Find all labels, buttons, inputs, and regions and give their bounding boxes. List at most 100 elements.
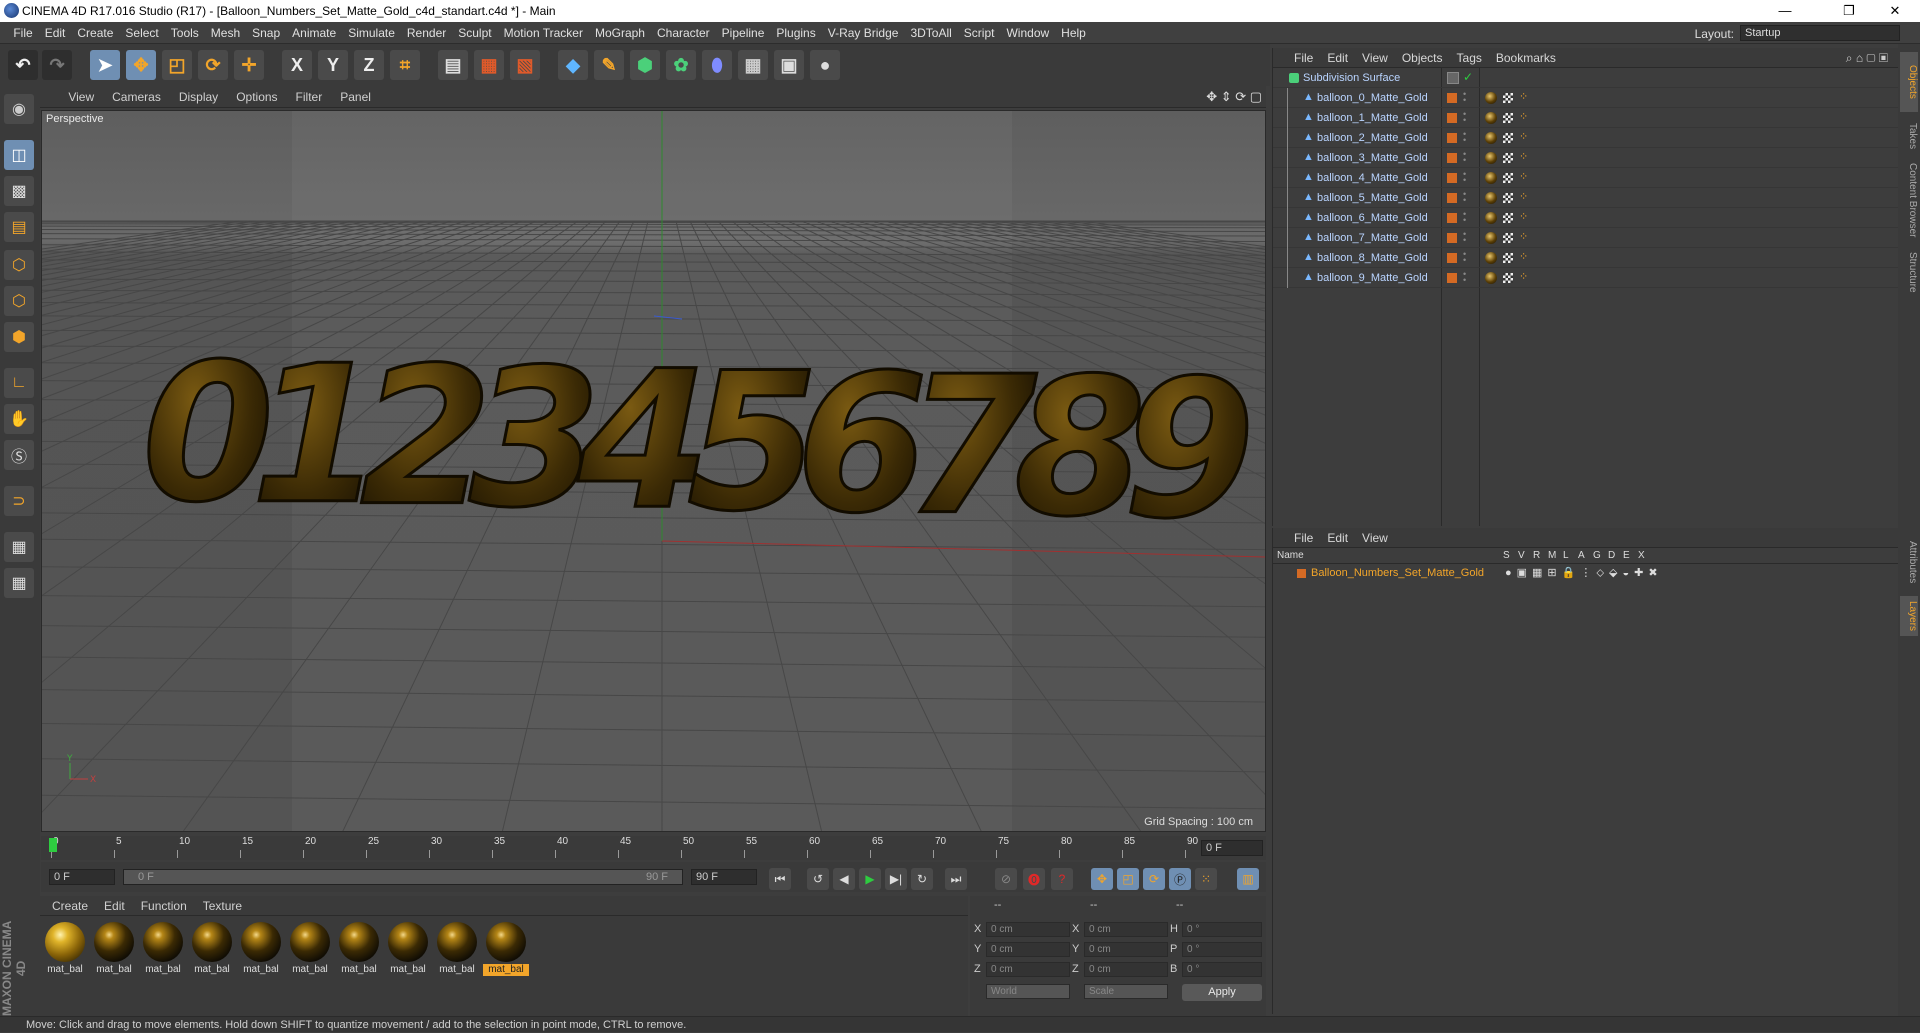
menu-motion-tracker[interactable]: Motion Tracker <box>498 22 589 44</box>
layer-flag-header[interactable]: X <box>1638 550 1645 561</box>
viewport-nav-icons[interactable]: ✥ ⇕ ⟳ ▢ <box>1206 89 1262 105</box>
spline-pen-icon[interactable]: ✎ <box>594 50 624 80</box>
key-position-icon[interactable]: ✥ <box>1091 868 1113 890</box>
coordinate-mode-dropdown[interactable]: World <box>986 984 1070 999</box>
material-tag-icon[interactable] <box>1485 152 1497 164</box>
close-button[interactable]: ✕ <box>1872 0 1918 22</box>
current-frame-field[interactable]: 0 F <box>1201 840 1263 856</box>
visibility-dots-icon[interactable]: •• <box>1463 171 1466 183</box>
menu-create[interactable]: Create <box>71 22 119 44</box>
layer-flag-header[interactable]: L <box>1563 550 1569 561</box>
menu-pipeline[interactable]: Pipeline <box>716 22 771 44</box>
move-tool-icon[interactable]: ✥ <box>126 50 156 80</box>
autokey-icon[interactable]: ? <box>1051 868 1073 890</box>
uvw-tag-icon[interactable] <box>1503 173 1513 183</box>
uvw-tag-icon[interactable] <box>1503 233 1513 243</box>
objects-menu-edit[interactable]: Edit <box>1320 48 1355 68</box>
menu-window[interactable]: Window <box>1000 22 1055 44</box>
polygons-mode-icon[interactable]: ⬢ <box>4 322 34 352</box>
previous-frame-icon[interactable]: ◀ <box>833 868 855 890</box>
key-rotation-icon[interactable]: ⟳ <box>1143 868 1165 890</box>
visibility-dots-icon[interactable]: •• <box>1463 131 1466 143</box>
balloon-digit-9[interactable]: 9 <box>1123 339 1255 560</box>
uvw-tag-icon[interactable] <box>1503 113 1513 123</box>
tab-layers[interactable]: Layers <box>1900 596 1918 636</box>
bank-field[interactable]: 0 ° <box>1182 962 1262 977</box>
layer-flag-header[interactable]: D <box>1608 550 1615 561</box>
material-menu-function[interactable]: Function <box>133 896 195 916</box>
phong-tag-icon[interactable]: ⁘ <box>1519 150 1528 163</box>
size-mode-dropdown[interactable]: Scale <box>1084 984 1168 999</box>
menu-character[interactable]: Character <box>651 22 716 44</box>
menu-vray-bridge[interactable]: V-Ray Bridge <box>822 22 905 44</box>
layer-toggle-icon[interactable] <box>1447 72 1459 84</box>
layer-flag-header[interactable]: E <box>1623 550 1630 561</box>
x-size-field[interactable]: 0 cm <box>1084 922 1168 937</box>
uvw-tag-icon[interactable] <box>1503 93 1513 103</box>
start-frame-field[interactable]: 0 F <box>49 869 115 885</box>
lock-workplane-icon[interactable]: ▦ <box>4 532 34 562</box>
visibility-dots-icon[interactable]: •• <box>1463 271 1466 283</box>
render-settings-icon[interactable]: ▧ <box>510 50 540 80</box>
playhead-marker[interactable] <box>49 838 57 852</box>
axis-mode-icon[interactable]: ∟ <box>4 368 34 398</box>
menu-edit[interactable]: Edit <box>39 22 72 44</box>
material-swatch[interactable]: mat_bal <box>189 920 235 980</box>
phong-tag-icon[interactable]: ⁘ <box>1519 250 1528 263</box>
layer-color-icon[interactable] <box>1447 253 1457 263</box>
workplane-icon[interactable]: ▤ <box>4 212 34 242</box>
viewport-menu-display[interactable]: Display <box>170 86 227 108</box>
subdivision-surface-icon[interactable]: ⬢ <box>630 50 660 80</box>
redo-icon[interactable]: ↷ <box>42 50 72 80</box>
viewport-menu-filter[interactable]: Filter <box>287 86 332 108</box>
magnet-icon[interactable]: ⊃ <box>4 486 34 516</box>
deformer-icon[interactable]: ⬮ <box>702 50 732 80</box>
objects-menu-bookmarks[interactable]: Bookmarks <box>1489 48 1563 68</box>
menu-render[interactable]: Render <box>401 22 452 44</box>
material-tag-icon[interactable] <box>1485 212 1497 224</box>
phong-tag-icon[interactable]: ⁘ <box>1519 130 1528 143</box>
menu-script[interactable]: Script <box>958 22 1001 44</box>
x-position-field[interactable]: 0 cm <box>986 922 1070 937</box>
y-axis-lock-icon[interactable]: Y <box>318 50 348 80</box>
layer-color-swatch[interactable] <box>1297 569 1306 578</box>
layer-color-icon[interactable] <box>1447 233 1457 243</box>
layer-color-icon[interactable] <box>1447 193 1457 203</box>
objects-menu-view[interactable]: View <box>1355 48 1395 68</box>
tab-takes[interactable]: Takes <box>1900 116 1918 156</box>
texture-mode-icon[interactable]: ▩ <box>4 176 34 206</box>
layer-color-icon[interactable] <box>1447 133 1457 143</box>
tab-content-browser[interactable]: Content Browser <box>1900 160 1918 240</box>
cloner-icon[interactable]: ✿ <box>666 50 696 80</box>
timeline-ruler[interactable]: 051015202530354045505560657075808590 0 F <box>41 836 1266 860</box>
render-picture-viewer-icon[interactable]: ▦ <box>474 50 504 80</box>
y-position-field[interactable]: 0 cm <box>986 942 1070 957</box>
material-swatch[interactable]: mat_bal <box>42 920 88 980</box>
visibility-dots-icon[interactable]: •• <box>1463 231 1466 243</box>
object-row[interactable]: ▲balloon_4_Matte_Gold••⁘ <box>1273 168 1899 188</box>
y-size-field[interactable]: 0 cm <box>1084 942 1168 957</box>
layers-menu-view[interactable]: View <box>1355 528 1395 548</box>
object-row[interactable]: ▲balloon_0_Matte_Gold••⁘ <box>1273 88 1899 108</box>
planar-workplane-icon[interactable]: ▦ <box>4 568 34 598</box>
edges-mode-icon[interactable]: ⬡ <box>4 286 34 316</box>
menu-3dtoall[interactable]: 3DToAll <box>904 22 957 44</box>
x-axis-lock-icon[interactable]: X <box>282 50 312 80</box>
phong-tag-icon[interactable]: ⁘ <box>1519 110 1528 123</box>
layer-color-icon[interactable] <box>1447 113 1457 123</box>
maximize-button[interactable]: ❐ <box>1826 0 1872 22</box>
record-keyframe-icon[interactable]: ⓿ <box>1023 868 1045 890</box>
object-row[interactable]: ▲balloon_6_Matte_Gold••⁘ <box>1273 208 1899 228</box>
tab-objects[interactable]: Objects <box>1900 52 1918 112</box>
material-swatch[interactable]: mat_bal <box>91 920 137 980</box>
apply-button[interactable]: Apply <box>1182 984 1262 1001</box>
material-swatch[interactable]: mat_bal <box>238 920 284 980</box>
menu-tools[interactable]: Tools <box>165 22 205 44</box>
go-to-end-icon[interactable]: ⏭ <box>945 868 967 890</box>
snap-icon[interactable]: Ⓢ <box>4 440 34 470</box>
uvw-tag-icon[interactable] <box>1503 213 1513 223</box>
preview-range-slider[interactable]: 0 F 90 F <box>123 869 683 885</box>
object-row[interactable]: ▲balloon_1_Matte_Gold••⁘ <box>1273 108 1899 128</box>
uvw-tag-icon[interactable] <box>1503 133 1513 143</box>
material-tag-icon[interactable] <box>1485 252 1497 264</box>
